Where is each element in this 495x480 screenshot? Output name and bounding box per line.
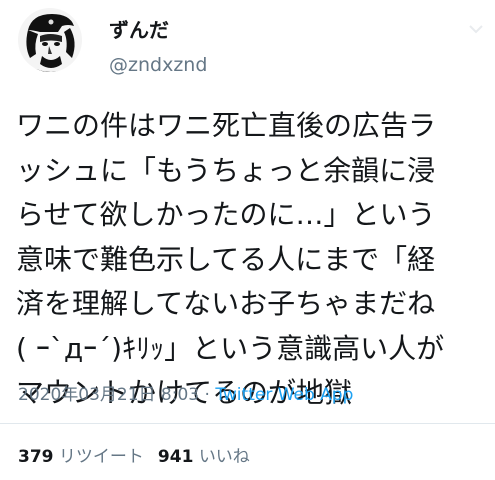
retweets-stat[interactable]: 379 リツイート bbox=[18, 447, 144, 467]
tweet-line: 意味で難色示してる人にまで「経 bbox=[16, 242, 436, 276]
likes-label: いいね bbox=[198, 447, 250, 467]
likes-count: 941 bbox=[157, 447, 194, 467]
divider bbox=[0, 423, 495, 424]
avatar[interactable] bbox=[18, 8, 82, 72]
user-handle[interactable]: @zndxznd bbox=[109, 54, 207, 76]
tweet-meta: 2020年03月21日 8:03 · Twitter Web App bbox=[18, 380, 353, 405]
retweets-count: 379 bbox=[18, 447, 54, 467]
tweet-text: ワニの件はワニ死亡直後の広告ラ ッシュに「もうちょっと余韻に浸 らせて欲しかった… bbox=[16, 104, 486, 416]
meta-separator: · bbox=[199, 385, 216, 405]
tweet-line: ワニの件はワニ死亡直後の広告ラ bbox=[16, 109, 437, 142]
retweets-label: リツイート bbox=[58, 447, 144, 467]
tweet-line: ッシュに「もうちょっと余韻に浸 bbox=[16, 153, 436, 187]
likes-stat[interactable]: 941 いいね bbox=[158, 447, 250, 467]
tweet-line: ( ｰ`дｰ´)ｷﾘｯ」という意識高い人が bbox=[16, 331, 445, 365]
tweet-line: 済を理解してないお子ちゃまだね bbox=[16, 287, 436, 320]
tweet-source-link[interactable]: Twitter Web App bbox=[215, 385, 353, 405]
chevron-down-icon[interactable] bbox=[467, 20, 485, 38]
avatar-photo bbox=[18, 8, 82, 72]
tweet-line: らせて欲しかったのに…」という bbox=[16, 198, 436, 231]
display-name[interactable]: ずんだ bbox=[109, 14, 169, 43]
tweet-stats: 379 リツイート 941 いいね bbox=[18, 442, 250, 467]
tweet-timestamp[interactable]: 2020年03月21日 8:03 bbox=[18, 385, 199, 405]
